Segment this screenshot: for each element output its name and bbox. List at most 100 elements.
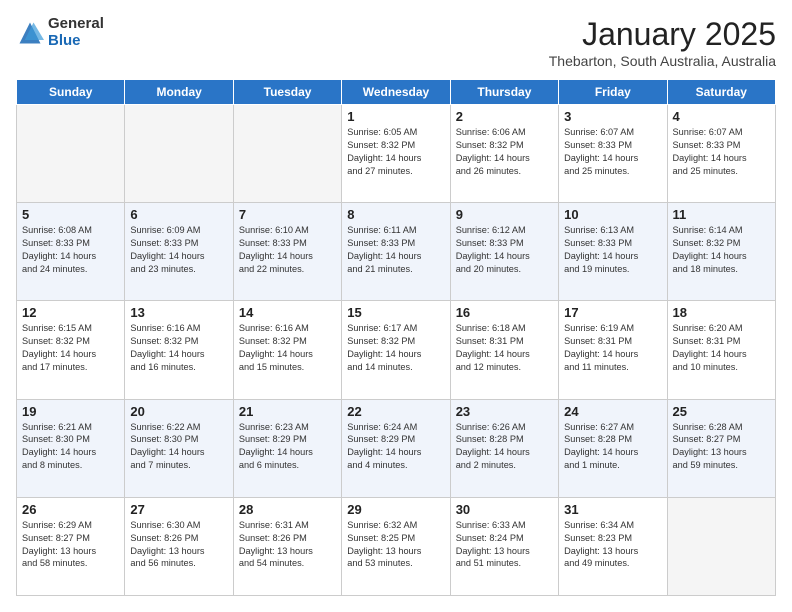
logo-general-text: General xyxy=(48,16,104,33)
day-number: 13 xyxy=(130,305,227,320)
title-block: January 2025 Thebarton, South Australia,… xyxy=(549,16,776,69)
header-saturday: Saturday xyxy=(667,80,775,105)
calendar-week-row-3: 19Sunrise: 6:21 AM Sunset: 8:30 PM Dayli… xyxy=(17,399,776,497)
calendar-cell-w0d2 xyxy=(233,105,341,203)
calendar-cell-w1d2: 7 Sunrise: 6:10 AM Sunset: 8:33 PM Daylig… xyxy=(233,203,341,301)
calendar-cell-w1d3: 8Sunrise: 6:11 AM Sunset: 8:33 PM Daylig… xyxy=(342,203,450,301)
day-number: 14 xyxy=(239,305,336,320)
calendar-cell-w3d3: 22 Sunrise: 6:24 AM Sunset: 8:29 PM Dayli… xyxy=(342,399,450,497)
day-info: Sunrise: 6:28 AM Sunset: 8:27 PM Dayligh… xyxy=(673,421,770,473)
day-number: 28 xyxy=(239,502,336,517)
day-info: Sunrise: 6:29 AM Sunset: 8:27 PM Dayligh… xyxy=(22,519,119,571)
calendar-week-row-1: 5 Sunrise: 6:08 AM Sunset: 8:33 PM Daylig… xyxy=(17,203,776,301)
day-info: Sunrise: 6:30 AM Sunset: 8:26 PM Dayligh… xyxy=(130,519,227,571)
day-number: 22 xyxy=(347,404,444,419)
calendar-cell-w1d1: 6 Sunrise: 6:09 AM Sunset: 8:33 PM Daylig… xyxy=(125,203,233,301)
calendar-table: Sunday Monday Tuesday Wednesday Thursday… xyxy=(16,79,776,596)
calendar-cell-w1d0: 5 Sunrise: 6:08 AM Sunset: 8:33 PM Daylig… xyxy=(17,203,125,301)
day-number: 12 xyxy=(22,305,119,320)
day-number: 2 xyxy=(456,109,553,124)
location-title: Thebarton, South Australia, Australia xyxy=(549,53,776,69)
calendar-cell-w2d1: 13 Sunrise: 6:16 AM Sunset: 8:32 PM Dayli… xyxy=(125,301,233,399)
day-number: 10 xyxy=(564,207,661,222)
day-info: Sunrise: 6:18 AM Sunset: 8:31 PM Dayligh… xyxy=(456,322,553,374)
calendar-cell-w0d0 xyxy=(17,105,125,203)
calendar-cell-w4d3: 29 Sunrise: 6:32 AM Sunset: 8:25 PM Dayli… xyxy=(342,497,450,595)
day-number: 23 xyxy=(456,404,553,419)
calendar-cell-w4d5: 31Sunrise: 6:34 AM Sunset: 8:23 PM Dayli… xyxy=(559,497,667,595)
day-number: 31 xyxy=(564,502,661,517)
calendar-cell-w4d4: 30 Sunrise: 6:33 AM Sunset: 8:24 PM Dayli… xyxy=(450,497,558,595)
calendar-cell-w3d6: 25 Sunrise: 6:28 AM Sunset: 8:27 PM Dayli… xyxy=(667,399,775,497)
day-info: Sunrise: 6:26 AM Sunset: 8:28 PM Dayligh… xyxy=(456,421,553,473)
day-info: Sunrise: 6:09 AM Sunset: 8:33 PM Dayligh… xyxy=(130,224,227,276)
calendar-cell-w0d4: 2 Sunrise: 6:06 AM Sunset: 8:32 PM Daylig… xyxy=(450,105,558,203)
day-info: Sunrise: 6:19 AM Sunset: 8:31 PM Dayligh… xyxy=(564,322,661,374)
calendar-cell-w0d5: 3 Sunrise: 6:07 AM Sunset: 8:33 PM Daylig… xyxy=(559,105,667,203)
day-info: Sunrise: 6:31 AM Sunset: 8:26 PM Dayligh… xyxy=(239,519,336,571)
header: General Blue January 2025 Thebarton, Sou… xyxy=(16,16,776,69)
day-info: Sunrise: 6:07 AM Sunset: 8:33 PM Dayligh… xyxy=(564,126,661,178)
day-number: 6 xyxy=(130,207,227,222)
day-number: 25 xyxy=(673,404,770,419)
day-number: 21 xyxy=(239,404,336,419)
day-info: Sunrise: 6:16 AM Sunset: 8:32 PM Dayligh… xyxy=(130,322,227,374)
page: General Blue January 2025 Thebarton, Sou… xyxy=(0,0,792,612)
day-info: Sunrise: 6:33 AM Sunset: 8:24 PM Dayligh… xyxy=(456,519,553,571)
day-info: Sunrise: 6:07 AM Sunset: 8:33 PM Dayligh… xyxy=(673,126,770,178)
calendar-cell-w1d5: 10Sunrise: 6:13 AM Sunset: 8:33 PM Dayli… xyxy=(559,203,667,301)
day-info: Sunrise: 6:21 AM Sunset: 8:30 PM Dayligh… xyxy=(22,421,119,473)
calendar-week-row-0: 1Sunrise: 6:05 AM Sunset: 8:32 PM Daylig… xyxy=(17,105,776,203)
calendar-cell-w4d6 xyxy=(667,497,775,595)
day-info: Sunrise: 6:24 AM Sunset: 8:29 PM Dayligh… xyxy=(347,421,444,473)
day-info: Sunrise: 6:23 AM Sunset: 8:29 PM Dayligh… xyxy=(239,421,336,473)
calendar-cell-w0d6: 4 Sunrise: 6:07 AM Sunset: 8:33 PM Daylig… xyxy=(667,105,775,203)
day-number: 29 xyxy=(347,502,444,517)
day-number: 20 xyxy=(130,404,227,419)
day-info: Sunrise: 6:06 AM Sunset: 8:32 PM Dayligh… xyxy=(456,126,553,178)
header-sunday: Sunday xyxy=(17,80,125,105)
weekday-header-row: Sunday Monday Tuesday Wednesday Thursday… xyxy=(17,80,776,105)
day-number: 11 xyxy=(673,207,770,222)
header-monday: Monday xyxy=(125,80,233,105)
day-info: Sunrise: 6:05 AM Sunset: 8:32 PM Dayligh… xyxy=(347,126,444,178)
header-thursday: Thursday xyxy=(450,80,558,105)
day-number: 18 xyxy=(673,305,770,320)
calendar-cell-w2d2: 14Sunrise: 6:16 AM Sunset: 8:32 PM Dayli… xyxy=(233,301,341,399)
day-number: 3 xyxy=(564,109,661,124)
day-number: 26 xyxy=(22,502,119,517)
header-wednesday: Wednesday xyxy=(342,80,450,105)
header-friday: Friday xyxy=(559,80,667,105)
logo-blue-text: Blue xyxy=(48,33,104,50)
day-info: Sunrise: 6:15 AM Sunset: 8:32 PM Dayligh… xyxy=(22,322,119,374)
day-info: Sunrise: 6:11 AM Sunset: 8:33 PM Dayligh… xyxy=(347,224,444,276)
calendar-cell-w2d0: 12 Sunrise: 6:15 AM Sunset: 8:32 PM Dayli… xyxy=(17,301,125,399)
calendar-cell-w4d2: 28 Sunrise: 6:31 AM Sunset: 8:26 PM Dayli… xyxy=(233,497,341,595)
day-info: Sunrise: 6:08 AM Sunset: 8:33 PM Dayligh… xyxy=(22,224,119,276)
calendar-cell-w2d4: 16 Sunrise: 6:18 AM Sunset: 8:31 PM Dayli… xyxy=(450,301,558,399)
calendar-cell-w3d4: 23 Sunrise: 6:26 AM Sunset: 8:28 PM Dayli… xyxy=(450,399,558,497)
calendar-cell-w0d3: 1Sunrise: 6:05 AM Sunset: 8:32 PM Daylig… xyxy=(342,105,450,203)
day-number: 16 xyxy=(456,305,553,320)
calendar-week-row-2: 12 Sunrise: 6:15 AM Sunset: 8:32 PM Dayli… xyxy=(17,301,776,399)
day-info: Sunrise: 6:10 AM Sunset: 8:33 PM Dayligh… xyxy=(239,224,336,276)
day-info: Sunrise: 6:32 AM Sunset: 8:25 PM Dayligh… xyxy=(347,519,444,571)
day-number: 4 xyxy=(673,109,770,124)
day-number: 15 xyxy=(347,305,444,320)
header-tuesday: Tuesday xyxy=(233,80,341,105)
month-title: January 2025 xyxy=(549,16,776,53)
day-number: 30 xyxy=(456,502,553,517)
calendar-cell-w1d6: 11 Sunrise: 6:14 AM Sunset: 8:32 PM Dayli… xyxy=(667,203,775,301)
day-number: 9 xyxy=(456,207,553,222)
logo-text: General Blue xyxy=(48,16,104,49)
calendar-cell-w3d0: 19Sunrise: 6:21 AM Sunset: 8:30 PM Dayli… xyxy=(17,399,125,497)
logo: General Blue xyxy=(16,16,104,49)
day-number: 24 xyxy=(564,404,661,419)
day-info: Sunrise: 6:14 AM Sunset: 8:32 PM Dayligh… xyxy=(673,224,770,276)
day-info: Sunrise: 6:22 AM Sunset: 8:30 PM Dayligh… xyxy=(130,421,227,473)
day-number: 5 xyxy=(22,207,119,222)
day-number: 7 xyxy=(239,207,336,222)
calendar-cell-w4d0: 26 Sunrise: 6:29 AM Sunset: 8:27 PM Dayli… xyxy=(17,497,125,595)
calendar-cell-w3d1: 20 Sunrise: 6:22 AM Sunset: 8:30 PM Dayli… xyxy=(125,399,233,497)
calendar-cell-w3d5: 24Sunrise: 6:27 AM Sunset: 8:28 PM Dayli… xyxy=(559,399,667,497)
